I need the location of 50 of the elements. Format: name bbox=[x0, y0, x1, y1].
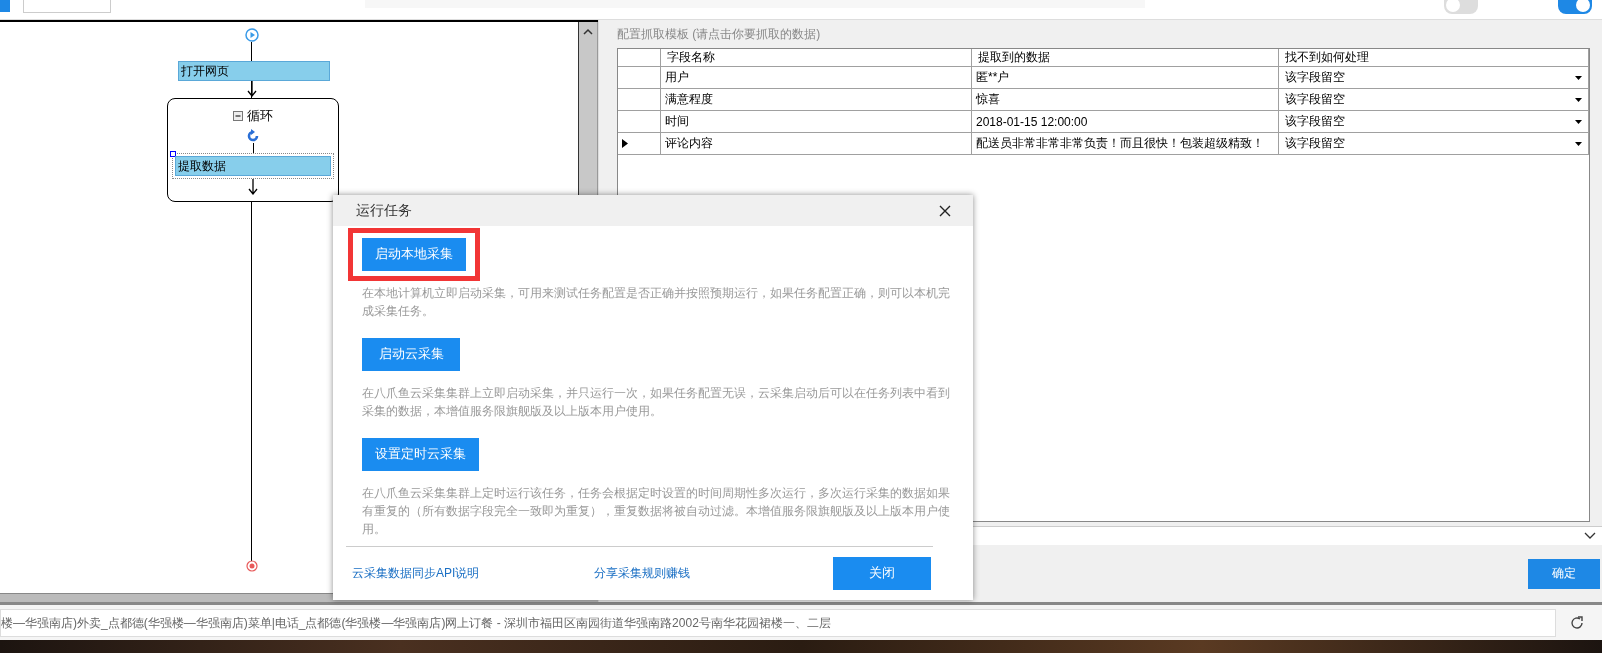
table-cell: 惊喜 bbox=[971, 88, 1279, 111]
dropdown-caret-icon[interactable] bbox=[1575, 97, 1582, 102]
column-header: 找不到如何处理 bbox=[1278, 49, 1589, 67]
loop-container[interactable]: 循环 提取数据 bbox=[167, 98, 339, 202]
option-description: 在八爪鱼云采集集群上定时运行该任务，任务会根据定时设置的时间周期性多次运行，多次运行采集的数据如果有重复的（所有数据字段完全一致即为重复），重复数据将被自动过滤。本增值服务限旗舰版及以上版本用户使用。 bbox=[362, 485, 951, 539]
refresh-icon bbox=[246, 129, 260, 143]
table-cell: 2018-01-15 12:00:00 bbox=[971, 110, 1279, 133]
close-icon[interactable] bbox=[939, 204, 951, 217]
dropdown-value[interactable]: 该字段留空 bbox=[1285, 69, 1345, 86]
current-row-icon bbox=[622, 138, 628, 148]
table-cell: 时间 bbox=[660, 110, 972, 133]
toggle-switch[interactable] bbox=[1558, 0, 1592, 14]
table-cell: 满意程度 bbox=[660, 88, 972, 111]
dropdown-caret-icon[interactable] bbox=[1575, 119, 1582, 124]
address-field[interactable]: 楼—华强南店)外卖_点都德(华强楼—华强南店)菜单|电话_点都德(华强楼—华强南店)网上订餐 - 深圳市福田区南园街道华强南路2002号南华花园裙楼一、二层 bbox=[0, 608, 1556, 637]
reload-icon[interactable] bbox=[1570, 615, 1584, 630]
help-link[interactable]: 分享采集规则赚钱 bbox=[594, 565, 691, 583]
action-button[interactable]: 设置定时云采集 bbox=[362, 438, 479, 472]
action-button[interactable]: 启动云采集 bbox=[362, 338, 460, 372]
dropdown-value[interactable]: 该字段留空 bbox=[1285, 135, 1345, 152]
table-cell: 用户 bbox=[660, 66, 972, 89]
flow-step[interactable]: 打开网页 bbox=[178, 61, 330, 81]
action-button[interactable]: 启动本地采集 bbox=[362, 238, 466, 272]
selection-handle[interactable] bbox=[170, 151, 176, 157]
panel-caption: 配置抓取模板 (请点击你要抓取的数据) bbox=[617, 26, 822, 43]
dialog-title: 运行任务 bbox=[356, 201, 412, 220]
close-button[interactable]: 关闭 bbox=[833, 557, 931, 591]
loop-label: 循环 bbox=[247, 107, 273, 125]
collapse-icon[interactable] bbox=[233, 111, 243, 121]
chevron-down-icon[interactable] bbox=[1584, 532, 1596, 540]
dropdown-value[interactable]: 该字段留空 bbox=[1285, 113, 1345, 130]
play-icon[interactable] bbox=[245, 28, 259, 42]
option-description: 在本地计算机立即启动采集，可用来测试任务配置是否正确并按照预期运行，如果任务配置正确，则可以本机完成采集任务。 bbox=[362, 285, 951, 321]
toolbar-field[interactable] bbox=[23, 0, 111, 13]
scroll-up-icon[interactable] bbox=[583, 28, 593, 36]
arrow-icon bbox=[248, 179, 258, 195]
help-link[interactable]: 云采集数据同步API说明 bbox=[352, 565, 480, 583]
column-header: 字段名称 bbox=[660, 49, 972, 67]
option-description: 在八爪鱼云采集集群上立即启动采集，并只运行一次，如果任务配置无误，云采集启动后可以在任务列表中看到采集的数据，本增值服务限旗舰版及以上版本用户使用。 bbox=[362, 385, 951, 421]
confirm-button[interactable]: 确定 bbox=[1528, 558, 1600, 589]
end-icon[interactable] bbox=[246, 560, 258, 572]
column-header: 提取到的数据 bbox=[971, 49, 1279, 67]
dropdown-caret-icon[interactable] bbox=[1575, 141, 1582, 146]
table-cell: 评论内容 bbox=[660, 132, 972, 155]
table-cell: 匿**户 bbox=[971, 66, 1279, 89]
flow-step[interactable]: 提取数据 bbox=[175, 156, 331, 176]
table-cell: 配送员非常非常非常负责！而且很快！包装超级精致！ bbox=[971, 132, 1279, 155]
dropdown-value[interactable]: 该字段留空 bbox=[1285, 91, 1345, 108]
dropdown-caret-icon[interactable] bbox=[1575, 75, 1582, 80]
toggle-switch[interactable] bbox=[1444, 0, 1478, 14]
